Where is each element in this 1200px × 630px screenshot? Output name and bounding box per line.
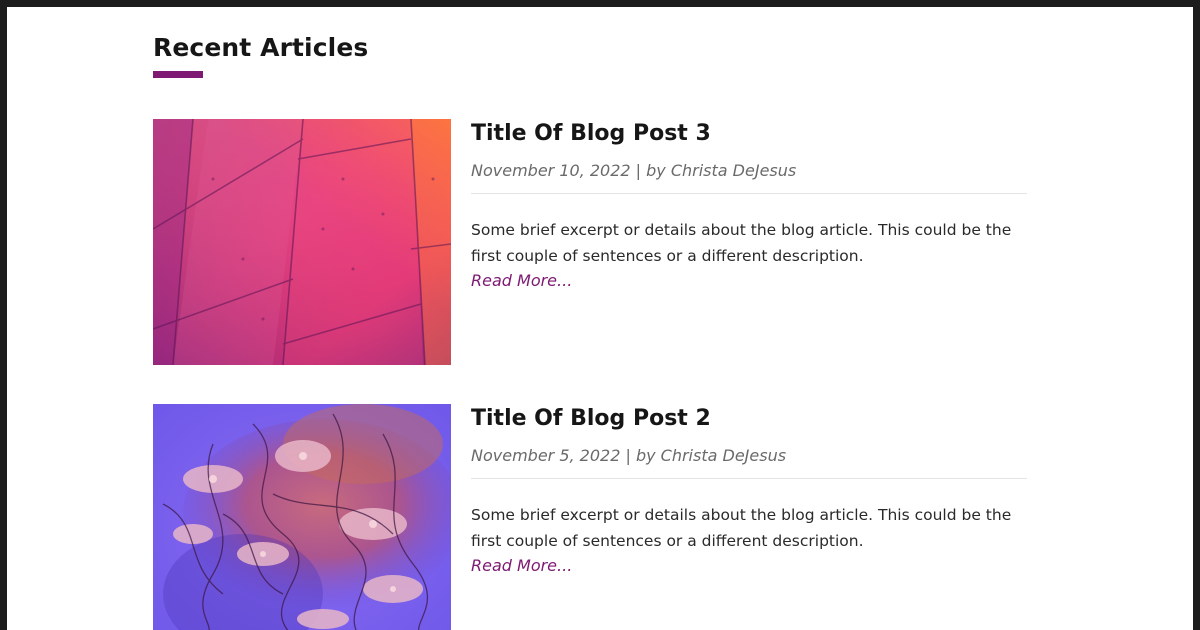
read-more-link[interactable]: Read More... bbox=[471, 271, 572, 290]
article-thumbnail[interactable] bbox=[153, 404, 451, 630]
article-title[interactable]: Title Of Blog Post 3 bbox=[471, 121, 711, 146]
article-excerpt: Some brief excerpt or details about the … bbox=[471, 506, 1012, 550]
divider bbox=[471, 193, 1027, 194]
article-thumbnail[interactable] bbox=[153, 119, 451, 365]
title-underline bbox=[153, 71, 203, 78]
jellyfish-image bbox=[153, 404, 451, 630]
article-title[interactable]: Title Of Blog Post 2 bbox=[471, 406, 711, 431]
section-title: Recent Articles bbox=[153, 33, 369, 62]
article-excerpt: Some brief excerpt or details about the … bbox=[471, 221, 1012, 265]
article-meta: November 5, 2022 | by Christa DeJesus bbox=[471, 446, 787, 465]
article-card: Title Of Blog Post 2 November 5, 2022 | … bbox=[153, 404, 1029, 630]
page-content: Recent Articles Title Of Blog Post 3 Nov… bbox=[7, 7, 1193, 630]
divider bbox=[471, 478, 1027, 479]
read-more-link[interactable]: Read More... bbox=[471, 556, 572, 575]
abstract-panels-image bbox=[153, 119, 451, 365]
article-meta: November 10, 2022 | by Christa DeJesus bbox=[471, 161, 797, 180]
article-card: Title Of Blog Post 3 November 10, 2022 |… bbox=[153, 119, 1029, 365]
